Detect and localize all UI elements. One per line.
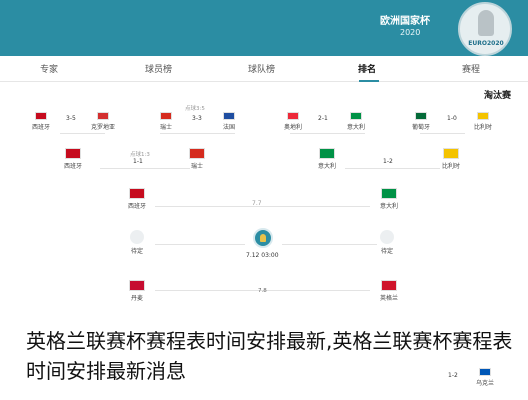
r16-team-italy[interactable]: 意大利 [335, 112, 377, 131]
final-team-right[interactable]: 待定 [366, 230, 408, 255]
flag-icon [287, 112, 299, 120]
connector [155, 206, 370, 207]
final-time: 7.12 03:00 [246, 252, 279, 259]
flag-icon [319, 148, 335, 159]
lower-sf-date: 7.8 [258, 288, 267, 294]
placeholder-team-icon [380, 230, 394, 244]
flag-icon [381, 188, 397, 199]
flag-icon [35, 112, 47, 120]
connector [282, 244, 377, 245]
section-title: 淘汰赛 [484, 91, 512, 101]
connector [290, 133, 365, 134]
flag-icon [129, 280, 145, 291]
r16-score: 1-0 [447, 115, 457, 122]
r16-score: 3-3 [192, 115, 202, 122]
flag-icon [350, 112, 362, 120]
qf-note: 点球1:3 [130, 152, 150, 158]
sf-team-spain[interactable]: 西班牙 [116, 188, 158, 210]
flag-icon [381, 280, 397, 291]
final-team-left[interactable]: 待定 [116, 230, 158, 255]
connector [345, 168, 440, 169]
tab-schedule[interactable]: 赛程 [462, 62, 480, 75]
r16-team-croatia[interactable]: 克罗地亚 [82, 112, 124, 131]
euro-logo: EURO2020 [458, 2, 512, 56]
header-year: 2020 [400, 28, 421, 37]
flag-icon [65, 148, 81, 159]
trophy-icon [478, 10, 494, 36]
sf-team-italy[interactable]: 意大利 [368, 188, 410, 210]
qf-team-italy[interactable]: 意大利 [306, 148, 348, 170]
qf-score: 1-1 [133, 158, 143, 165]
r16-team-portugal[interactable]: 葡萄牙 [400, 112, 442, 131]
sf-date: 7.7 [252, 200, 262, 207]
r16-team-spain[interactable]: 西班牙 [20, 112, 62, 131]
trophy-badge-icon [253, 228, 273, 248]
r16-team-belgium[interactable]: 比利时 [462, 112, 504, 131]
logo-text: EURO2020 [468, 40, 504, 47]
tab-players[interactable]: 球员榜 [145, 62, 172, 75]
sf-team-denmark[interactable]: 丹麦 [116, 280, 158, 302]
flag-icon [223, 112, 235, 120]
r16-note: 点球3:5 [185, 106, 205, 112]
r16-score: 2-1 [318, 115, 328, 122]
r16-team-france[interactable]: 法国 [208, 112, 250, 131]
qf-team-spain[interactable]: 西班牙 [52, 148, 94, 170]
qf-team-belgium[interactable]: 比利时 [430, 148, 472, 170]
flag-icon [415, 112, 427, 120]
placeholder-team-icon [130, 230, 144, 244]
article-caption: 英格兰联赛杯赛程表时间安排最新,英格兰联赛杯赛程表时间安排最新消息 [26, 329, 513, 383]
tab-standings[interactable]: 排名 [358, 62, 376, 75]
flag-icon [160, 112, 172, 120]
r16-score: 3-5 [66, 115, 76, 122]
r16-team-austria[interactable]: 奥地利 [272, 112, 314, 131]
flag-icon [129, 188, 145, 199]
connector [420, 133, 465, 134]
active-tab-indicator [359, 80, 379, 82]
flag-icon [189, 148, 205, 159]
connector [155, 244, 245, 245]
tab-bar: 专家 球员榜 球队榜 排名 赛程 [0, 56, 528, 82]
header-title: 欧洲国家杯 [380, 16, 430, 27]
flag-icon [97, 112, 109, 120]
qf-score: 1-2 [383, 158, 393, 165]
tab-teams[interactable]: 球队榜 [248, 62, 275, 75]
flag-icon [443, 148, 459, 159]
r16-team-switzerland[interactable]: 瑞士 [145, 112, 187, 131]
connector [160, 133, 235, 134]
sf-team-england[interactable]: 英格兰 [368, 280, 410, 302]
tab-experts[interactable]: 专家 [40, 62, 58, 75]
flag-icon [477, 112, 489, 120]
connector [60, 133, 105, 134]
qf-team-switzerland[interactable]: 瑞士 [176, 148, 218, 170]
app-header: 欧洲国家杯 2020 EURO2020 [0, 0, 528, 56]
